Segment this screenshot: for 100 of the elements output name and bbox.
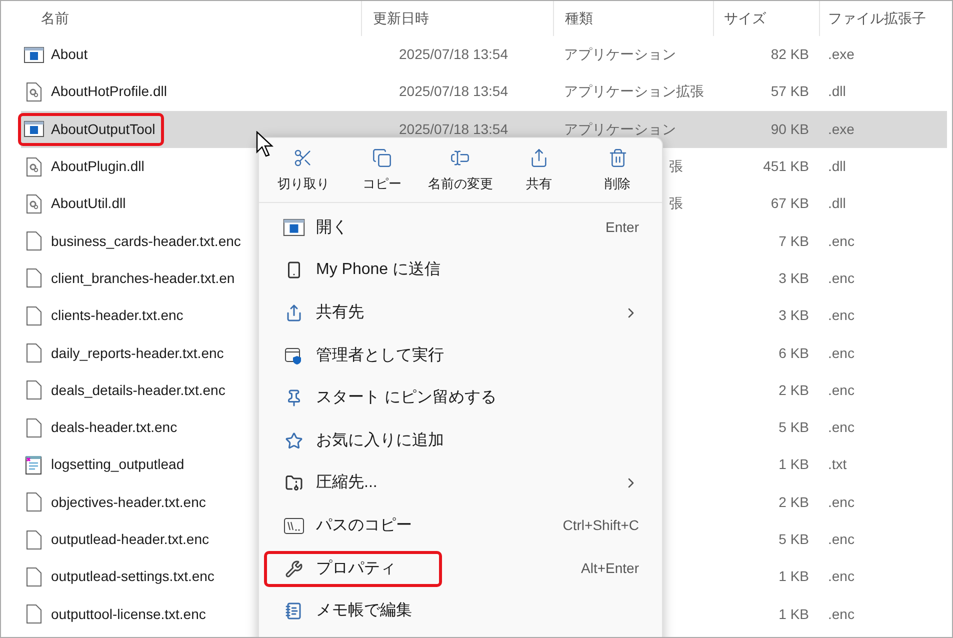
menu-action-button[interactable]: 切り取り [264,146,343,196]
size-cell: 90 KB [770,120,809,137]
type-cell: 張 [669,195,683,212]
menu-item[interactable]: メモ帳で編集 [264,590,657,632]
size-cell: 2 KB [778,382,809,398]
extension-cell: .enc [828,232,854,249]
date-cell: 2025/07/18 13:54 [399,46,508,62]
gear-file-icon [26,156,42,177]
file-name: outputlead-header.txt.enc [51,530,210,549]
size-cell: 2 KB [778,494,809,510]
extension-cell: .enc [828,494,854,510]
column-header[interactable]: 種類 [565,8,593,29]
share-icon [529,148,550,168]
path-icon [284,518,304,534]
type-cell: 張 [669,158,683,174]
extension-cell: .enc [828,531,854,547]
file-name: deals_details-header.txt.enc [51,380,226,400]
size-cell: 1 KB [778,456,809,472]
file-name: objectives-header.txt.enc [51,492,206,512]
menu-action-button[interactable]: 名前の変更 [421,146,500,196]
blank-file-icon [26,566,42,587]
column-header[interactable]: 更新日時 [373,8,429,29]
application-icon [283,219,305,236]
blank-file-icon [26,231,42,252]
size-cell: 1 KB [778,606,809,622]
file-name: AboutOutputTool [51,120,156,139]
wrench-icon [285,560,303,578]
extension-cell: .enc [828,606,854,622]
blank-file-icon [26,418,42,438]
menu-item[interactable]: プロパティ Alt+Enter [264,547,657,590]
file-name: AboutHotProfile.dll [51,82,167,102]
file-name: outputlead-settings.txt.enc [51,567,214,586]
copy-icon [372,148,392,168]
application-icon [24,46,44,63]
application-icon [24,121,44,138]
blank-file-icon [26,492,42,512]
size-cell: 1 KB [778,568,809,584]
type-cell: アプリケーション [564,120,676,137]
file-name: business_cards-header.txt.enc [51,232,241,251]
column-header[interactable]: サイズ [724,8,766,29]
blank-file-icon [26,604,42,624]
menu-item[interactable]: 共有先 [264,292,657,334]
date-cell: 2025/07/18 13:54 [399,83,508,100]
menu-action-button[interactable]: コピー [342,146,422,196]
share-icon [285,304,303,322]
extension-cell: .enc [828,270,854,286]
scissors-icon [293,148,314,168]
extension-cell: .enc [828,419,854,436]
file-name: deals-header.txt.enc [51,418,178,438]
extension-cell: .enc [828,344,854,361]
archive-folder-icon [285,474,303,492]
menu-item[interactable]: 開く Enter [264,206,657,250]
file-name: clients-header.txt.enc [51,306,184,326]
extension-cell: .txt [828,456,847,472]
file-name: AboutUtil.dll [51,194,126,214]
menu-item[interactable]: 管理者として実行 [264,334,657,377]
file-name: About [51,45,88,64]
menu-item[interactable]: スタート にピン留めする [264,376,657,420]
date-cell: 2025/07/18 13:54 [399,120,508,137]
type-cell: アプリケーション [564,46,676,62]
blank-file-icon [26,268,42,288]
menu-action-button[interactable]: 共有 [500,146,578,196]
notepad-icon [285,602,303,620]
size-cell: 451 KB [763,158,809,174]
menu-action-button[interactable]: 削除 [578,146,657,196]
extension-cell: .enc [828,382,854,398]
file-name: logsetting_outputlead [51,455,184,474]
file-name: AboutPlugin.dll [51,157,144,176]
pin-icon [285,389,303,408]
extension-cell: .dll [828,195,846,212]
extension-cell: .enc [828,307,854,324]
size-cell: 57 KB [770,83,809,100]
column-header[interactable]: ファイル拡張子 [828,8,926,29]
notepad-file-icon [25,454,43,475]
blank-file-icon [26,530,42,550]
menu-item[interactable]: パスのコピー Ctrl+Shift+C [264,504,657,548]
size-cell: 6 KB [778,344,809,361]
size-cell: 7 KB [778,232,809,249]
menu-item[interactable]: お気に入りに追加 [264,419,657,462]
size-cell: 67 KB [770,195,809,212]
trash-icon [608,148,628,168]
size-cell: 5 KB [778,531,809,547]
smartphone-icon [285,261,303,280]
size-cell: 3 KB [778,307,809,324]
menu-item[interactable]: My Phone に送信 [264,249,657,292]
gear-file-icon [26,82,42,102]
type-cell: アプリケーション拡張 [564,83,704,100]
size-cell: 5 KB [778,419,809,436]
size-cell: 82 KB [770,46,809,62]
column-header[interactable]: 名前 [41,8,69,29]
file-name: client_branches-header.txt.en [51,268,235,288]
extension-cell: .dll [828,158,846,174]
file-name: daily_reports-header.txt.enc [51,344,224,363]
shield-window-icon [284,346,304,366]
gear-file-icon [26,194,42,214]
extension-cell: .exe [828,46,854,62]
blank-file-icon [26,306,42,326]
rename-icon [450,148,470,168]
menu-item[interactable]: 圧縮先... [264,462,657,505]
extension-cell: .dll [828,83,846,100]
